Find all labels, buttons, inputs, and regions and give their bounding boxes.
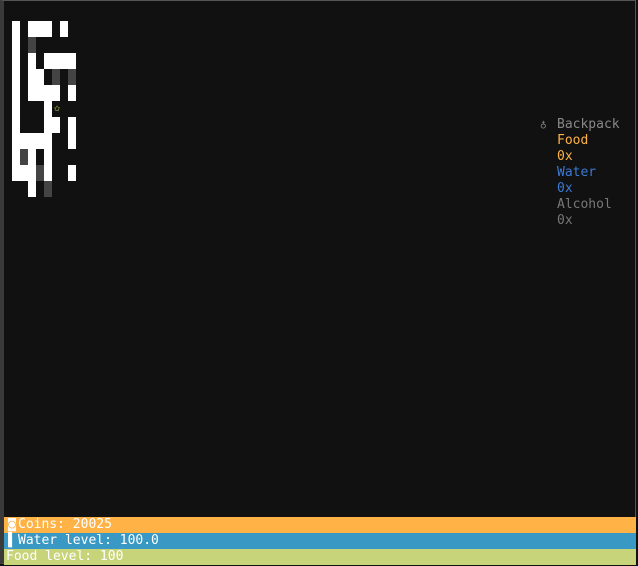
item-alcohol-count: 0x bbox=[557, 213, 573, 228]
maze-wall bbox=[12, 101, 20, 117]
maze-shadow bbox=[36, 165, 44, 181]
maze-wall bbox=[60, 21, 68, 37]
item-food-count: 0x bbox=[557, 149, 573, 164]
maze-wall bbox=[44, 133, 52, 149]
maze-wall bbox=[12, 85, 20, 101]
bag-icon: ♁ bbox=[540, 118, 547, 131]
maze-wall bbox=[44, 21, 52, 37]
maze-wall bbox=[44, 53, 52, 69]
maze-shadow bbox=[52, 69, 60, 85]
maze-wall bbox=[68, 85, 76, 101]
maze-wall bbox=[28, 53, 36, 69]
coins-text: Coins: 20025 bbox=[18, 517, 112, 532]
maze-wall bbox=[36, 69, 44, 85]
maze-wall bbox=[68, 117, 76, 133]
maze-wall bbox=[28, 133, 36, 149]
maze-wall bbox=[36, 133, 44, 149]
player-star-icon: ✩ bbox=[53, 101, 61, 114]
food-text: Food level: 100 bbox=[6, 549, 124, 564]
water-icon: ▌ bbox=[8, 533, 16, 548]
maze-wall bbox=[28, 69, 36, 85]
maze-wall bbox=[12, 165, 20, 181]
maze-wall bbox=[44, 117, 52, 133]
maze-wall bbox=[12, 149, 20, 165]
backpack-panel: ♁ Backpack Food 0x Water 0x Alcohol 0x bbox=[540, 117, 620, 229]
food-bar: Food level: 100 bbox=[4, 549, 636, 565]
status-bars: ◙ Coins: 20025 ▌ Water level: 100.0 Food l… bbox=[4, 517, 636, 565]
maze-wall bbox=[28, 181, 36, 197]
maze-wall bbox=[28, 21, 36, 37]
coins-bar: ◙ Coins: 20025 bbox=[4, 517, 636, 533]
maze-wall bbox=[28, 165, 36, 181]
maze-wall bbox=[12, 21, 20, 37]
maze-shadow bbox=[68, 69, 76, 85]
maze-wall bbox=[44, 85, 52, 101]
game-frame bbox=[0, 0, 636, 564]
maze-wall bbox=[12, 117, 20, 133]
maze-wall bbox=[12, 69, 20, 85]
maze-wall bbox=[12, 133, 20, 149]
maze-shadow bbox=[28, 37, 36, 53]
maze-wall bbox=[28, 85, 36, 101]
item-water-count: 0x bbox=[557, 181, 573, 196]
maze-wall bbox=[36, 85, 44, 101]
maze-wall bbox=[60, 53, 68, 69]
maze-wall bbox=[52, 117, 60, 133]
maze-wall bbox=[68, 133, 76, 149]
maze-wall bbox=[28, 149, 36, 165]
maze-wall bbox=[20, 133, 28, 149]
backpack-title: Backpack bbox=[557, 117, 620, 132]
water-bar: ▌ Water level: 100.0 bbox=[4, 533, 636, 549]
maze-wall bbox=[12, 53, 20, 69]
maze-wall bbox=[12, 37, 20, 53]
maze-wall bbox=[52, 85, 60, 101]
maze-shadow bbox=[44, 181, 52, 197]
maze-wall bbox=[44, 101, 52, 117]
maze-wall bbox=[44, 149, 52, 165]
item-water-label: Water bbox=[557, 165, 597, 180]
maze-wall bbox=[68, 53, 76, 69]
maze-wall bbox=[68, 165, 76, 181]
maze-wall bbox=[20, 165, 28, 181]
item-alcohol-label: Alcohol bbox=[557, 197, 612, 212]
maze-wall bbox=[52, 53, 60, 69]
coin-icon: ◙ bbox=[8, 517, 16, 532]
maze-wall bbox=[44, 165, 52, 181]
maze-shadow bbox=[20, 149, 28, 165]
item-food-label: Food bbox=[557, 133, 589, 148]
water-text: Water level: 100.0 bbox=[18, 533, 159, 548]
maze-wall bbox=[36, 21, 44, 37]
